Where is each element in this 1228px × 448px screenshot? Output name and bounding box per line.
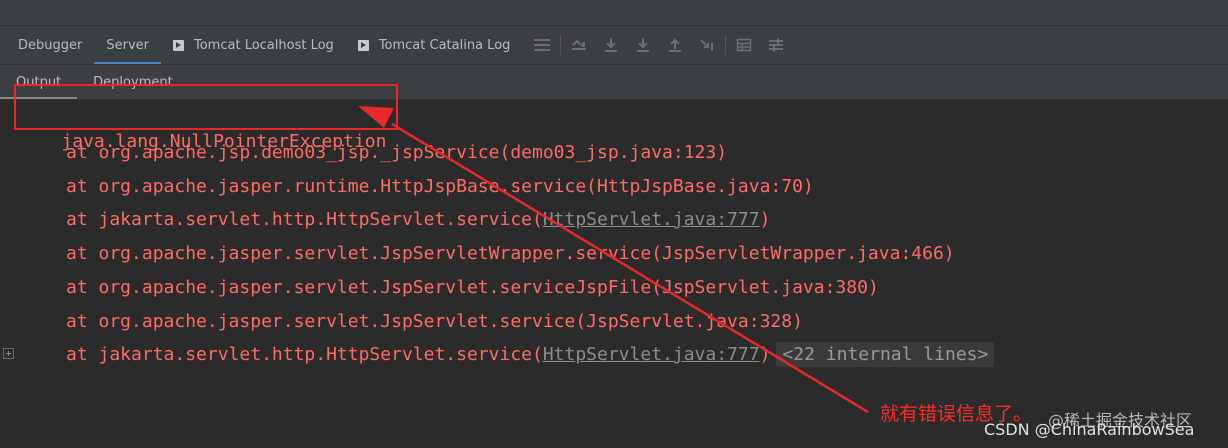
arrow-shaft — [391, 122, 869, 414]
arrow-head — [358, 106, 394, 128]
annotation-arrow — [358, 106, 869, 414]
watermark-csdn: CSDN @ChinaRainbowSea — [984, 420, 1195, 439]
